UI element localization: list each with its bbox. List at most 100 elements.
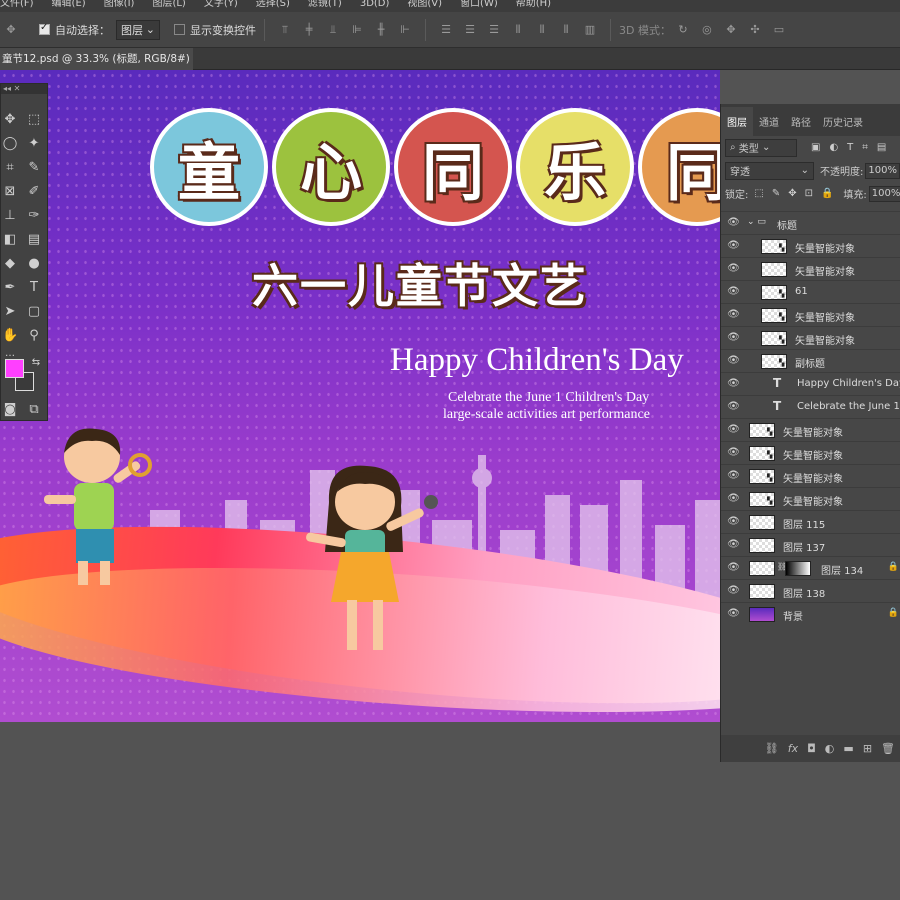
- eraser-tool-icon[interactable]: ◧: [2, 232, 18, 248]
- visibility-eye-icon[interactable]: 👁: [727, 493, 740, 505]
- trash-icon[interactable]: 🗑: [881, 742, 895, 755]
- distribute-vcenter-icon[interactable]: ☰: [463, 23, 477, 36]
- menu-item[interactable]: 文字(Y): [204, 0, 238, 12]
- zoom-tool-icon[interactable]: ⚲: [26, 328, 42, 344]
- layer-row[interactable]: 👁 背景 🔒: [721, 602, 900, 625]
- visibility-eye-icon[interactable]: 👁: [727, 401, 740, 413]
- align-hcenter-icon[interactable]: ╫: [374, 23, 388, 36]
- align-vcenter-icon[interactable]: ╪: [302, 23, 316, 36]
- layer-row[interactable]: 👁 ▚ 矢量智能对象: [721, 303, 900, 326]
- adjustment-layer-icon[interactable]: ◐: [825, 742, 835, 755]
- frame-tool-icon[interactable]: ⊠: [2, 184, 18, 200]
- marquee-tool-icon[interactable]: ⬚: [26, 112, 42, 128]
- align-top-icon[interactable]: ⫪: [278, 23, 292, 36]
- quick-mask-icon[interactable]: ◙: [2, 402, 18, 418]
- opacity-input[interactable]: 100%: [865, 162, 900, 179]
- move-tool-icon[interactable]: ✥: [2, 112, 18, 128]
- folder-icon[interactable]: ⌄ ▭: [747, 217, 766, 227]
- distribute-hcenter-icon[interactable]: ⦀: [535, 23, 549, 36]
- layer-row[interactable]: 👁 ▚ 副标题: [721, 349, 900, 372]
- visibility-eye-icon[interactable]: 👁: [727, 447, 740, 459]
- show-transform-checkbox[interactable]: [174, 24, 185, 35]
- layer-row[interactable]: 👁 ⛓ 图层 134 🔒: [721, 556, 900, 579]
- foreground-color-swatch[interactable]: [5, 359, 24, 378]
- menu-item[interactable]: 滤镜(T): [308, 0, 342, 12]
- menu-item[interactable]: 文件(F): [0, 0, 34, 12]
- visibility-eye-icon[interactable]: 👁: [727, 332, 740, 344]
- auto-align-icon[interactable]: ▥: [583, 23, 597, 36]
- align-bottom-icon[interactable]: ⫫: [326, 23, 340, 36]
- history-brush-icon[interactable]: ✑: [26, 208, 42, 224]
- filter-type-dropdown[interactable]: ⌕ 类型 ⌄: [725, 138, 797, 157]
- layer-row[interactable]: 👁 图层 137: [721, 533, 900, 556]
- menu-item[interactable]: 视图(V): [407, 0, 442, 12]
- visibility-eye-icon[interactable]: 👁: [727, 263, 740, 275]
- path-select-icon[interactable]: ➤: [2, 304, 18, 320]
- layer-row[interactable]: 👁 ▚ 矢量智能对象: [721, 234, 900, 257]
- auto-select-checkbox[interactable]: [39, 22, 50, 35]
- visibility-eye-icon[interactable]: 👁: [727, 286, 740, 298]
- layer-row[interactable]: 👁 T Celebrate the June 1 C...: [721, 395, 900, 418]
- menu-item[interactable]: 3D(D): [360, 0, 390, 12]
- layer-row[interactable]: 👁 ▚ 矢量智能对象: [721, 441, 900, 464]
- visibility-eye-icon[interactable]: 👁: [727, 608, 740, 620]
- crop-tool-icon[interactable]: ⌗: [2, 160, 18, 176]
- layer-row[interactable]: 👁 T Happy Children's Day: [721, 372, 900, 395]
- lasso-tool-icon[interactable]: ◯: [2, 136, 18, 152]
- auto-select-dropdown[interactable]: 图层 ⌄: [116, 19, 160, 40]
- layer-row[interactable]: 👁 图层 138: [721, 579, 900, 602]
- add-mask-icon[interactable]: ◘: [807, 742, 816, 755]
- 3d-rotate-icon[interactable]: ↻: [676, 23, 690, 36]
- visibility-eye-icon[interactable]: 👁: [727, 240, 740, 252]
- visibility-eye-icon[interactable]: 👁: [727, 217, 740, 229]
- layer-row[interactable]: 👁 ▚ 矢量智能对象: [721, 418, 900, 441]
- blend-mode-dropdown[interactable]: 穿透 ⌄: [725, 161, 815, 180]
- visibility-eye-icon[interactable]: 👁: [727, 539, 740, 551]
- hand-tool-icon[interactable]: ✋: [2, 328, 18, 344]
- 3d-slide-icon[interactable]: ✣: [748, 23, 762, 36]
- new-layer-icon[interactable]: ⊞: [863, 742, 872, 755]
- magic-wand-icon[interactable]: ✦: [26, 136, 42, 152]
- layer-row[interactable]: 👁 ▚ 61: [721, 280, 900, 303]
- blur-tool-icon[interactable]: ◆: [2, 256, 18, 272]
- tools-panel-header[interactable]: ◂◂ ✕: [1, 84, 47, 94]
- distribute-right-icon[interactable]: ⦀: [559, 23, 573, 36]
- new-group-icon[interactable]: ▬: [843, 742, 853, 755]
- menu-item[interactable]: 选择(S): [256, 0, 290, 12]
- gradient-tool-icon[interactable]: ▤: [26, 232, 42, 248]
- document-tab[interactable]: 童节12.psd @ 33.3% (标题, RGB/8#) *×: [0, 48, 193, 70]
- brush-tool-icon[interactable]: ✐: [26, 184, 42, 200]
- menu-item[interactable]: 图像(I): [104, 0, 135, 12]
- visibility-eye-icon[interactable]: 👁: [727, 562, 740, 574]
- 3d-roll-icon[interactable]: ◎: [700, 23, 714, 36]
- distribute-left-icon[interactable]: ⦀: [511, 23, 525, 36]
- type-tool-icon[interactable]: T: [26, 280, 42, 296]
- fx-icon[interactable]: fx: [788, 742, 798, 755]
- menu-item[interactable]: 窗口(W): [460, 0, 498, 12]
- layer-row[interactable]: 👁 ▚ 矢量智能对象: [721, 487, 900, 510]
- distribute-bottom-icon[interactable]: ☰: [487, 23, 501, 36]
- visibility-eye-icon[interactable]: 👁: [727, 355, 740, 367]
- visibility-eye-icon[interactable]: 👁: [727, 516, 740, 528]
- align-left-icon[interactable]: ⊫: [350, 23, 364, 36]
- lock-icons[interactable]: ⬚✎✥⊡🔒: [754, 188, 841, 199]
- distribute-top-icon[interactable]: ☰: [439, 23, 453, 36]
- menu-item[interactable]: 帮助(H): [516, 0, 551, 12]
- dodge-tool-icon[interactable]: ●: [26, 256, 42, 272]
- visibility-eye-icon[interactable]: 👁: [727, 378, 740, 390]
- move-tool-icon[interactable]: ✥: [4, 23, 18, 36]
- layer-group-row[interactable]: 👁 ⌄ ▭ 标题: [721, 211, 900, 234]
- fill-input[interactable]: 100%: [868, 185, 900, 202]
- swap-colors-icon[interactable]: ⇆: [28, 355, 44, 371]
- layer-row[interactable]: 👁 图层 115: [721, 510, 900, 533]
- panel-tab[interactable]: 历史记录: [817, 114, 869, 136]
- align-right-icon[interactable]: ⊩: [398, 23, 412, 36]
- menu-item[interactable]: 编辑(E): [52, 0, 86, 12]
- panel-tab[interactable]: 图层: [721, 107, 753, 136]
- document-canvas[interactable]: 童 心 同 乐 同 六一儿童节文艺 Happy Children's Day C…: [0, 70, 720, 722]
- layer-row[interactable]: 👁 ▚ 矢量智能对象: [721, 326, 900, 349]
- 3d-scale-icon[interactable]: ▭: [772, 23, 786, 36]
- visibility-eye-icon[interactable]: 👁: [727, 585, 740, 597]
- layer-row[interactable]: 👁 ▚ 矢量智能对象: [721, 464, 900, 487]
- visibility-eye-icon[interactable]: 👁: [727, 470, 740, 482]
